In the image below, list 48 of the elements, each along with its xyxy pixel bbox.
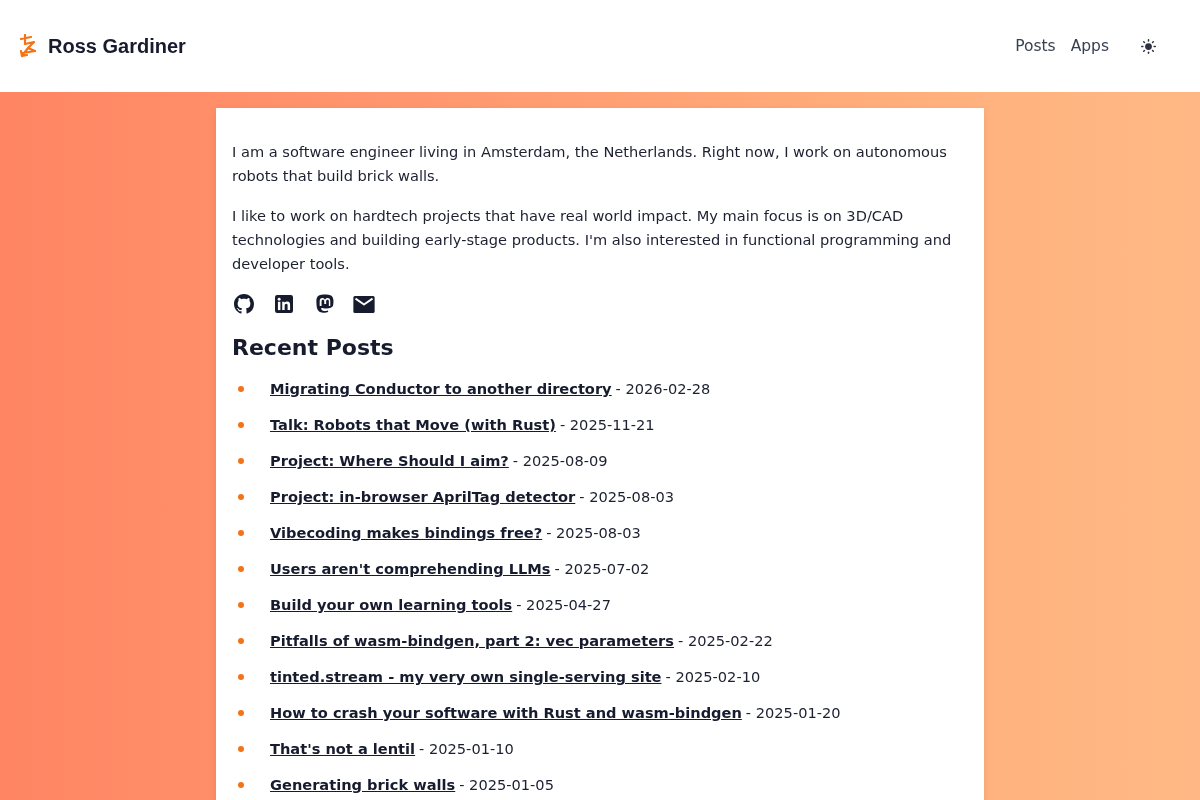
post-date: - 2025-08-03 <box>579 488 674 505</box>
post-date: - 2025-01-05 <box>459 776 554 793</box>
post-date: - 2025-08-09 <box>512 452 608 469</box>
post-link[interactable]: Vibecoding makes bindings free? <box>270 524 543 541</box>
post-link[interactable]: That's not a lentil <box>270 740 416 757</box>
post-link[interactable]: Build your own learning tools <box>270 596 513 613</box>
bullet-icon <box>238 674 244 680</box>
nav-link[interactable]: Posts <box>1015 37 1056 55</box>
nav-link[interactable]: Apps <box>1070 37 1109 55</box>
bullet-icon <box>238 782 244 788</box>
bullet-icon <box>238 746 244 752</box>
post-link[interactable]: Migrating Conductor to another directory <box>270 380 612 397</box>
post-link[interactable]: How to crash your software with Rust and wasm-bindgen <box>270 704 742 721</box>
bullet-icon <box>238 638 244 644</box>
post-date: - 2025-02-10 <box>665 668 761 685</box>
intro-paragraph: I like to work on hardtech projects that have real world impact. My main focus is on 3D/CAD technologies and building early-stage products. I'm also interested in functional programming and developer tools. <box>232 206 953 274</box>
bullet-icon <box>238 710 244 716</box>
post-link[interactable]: Generating brick walls <box>270 776 456 793</box>
bullet-icon <box>238 458 244 464</box>
post-link[interactable]: Project: Where Should I aim? <box>270 452 509 469</box>
github-icon[interactable] <box>234 294 254 314</box>
bullet-icon <box>238 422 244 428</box>
intro-paragraph: I am a software engineer living in Amsterdam, the Netherlands. Right now, I work on autonomous robots that build brick walls. <box>232 142 948 186</box>
post-date: - 2025-04-27 <box>516 596 611 613</box>
post-date: - 2025-07-02 <box>554 560 650 577</box>
bullet-icon <box>238 530 244 536</box>
post-link[interactable]: Talk: Robots that Move (with Rust) <box>270 416 556 433</box>
sun-icon <box>1141 38 1156 54</box>
logo-icon[interactable] <box>19 34 37 58</box>
post-date: - 2025-02-22 <box>678 632 773 649</box>
post-link[interactable]: Pitfalls of wasm-bindgen, part 2: vec parameters <box>270 632 674 649</box>
site-title[interactable]: Ross Gardiner <box>48 34 186 58</box>
post-date: - 2025-11-21 <box>559 416 655 433</box>
bullet-icon <box>238 566 244 572</box>
post-date: - 2026-02-28 <box>615 380 711 397</box>
post-date: - 2025-01-20 <box>745 704 841 721</box>
bullet-icon <box>238 494 244 500</box>
post-date: - 2025-08-03 <box>546 524 641 541</box>
post-link[interactable]: Users aren't comprehending LLMs <box>270 560 551 577</box>
mastodon-icon[interactable] <box>314 294 334 314</box>
bullet-icon <box>238 602 244 608</box>
post-link[interactable]: Project: in-browser AprilTag detector <box>270 488 576 505</box>
bullet-icon <box>238 386 244 392</box>
post-date: - 2025-01-10 <box>419 740 514 757</box>
post-link[interactable]: tinted.stream - my very own single-serving site <box>270 668 662 685</box>
section-heading: Recent Posts <box>232 334 395 362</box>
email-icon[interactable] <box>353 295 375 313</box>
linkedin-icon[interactable] <box>275 295 293 313</box>
